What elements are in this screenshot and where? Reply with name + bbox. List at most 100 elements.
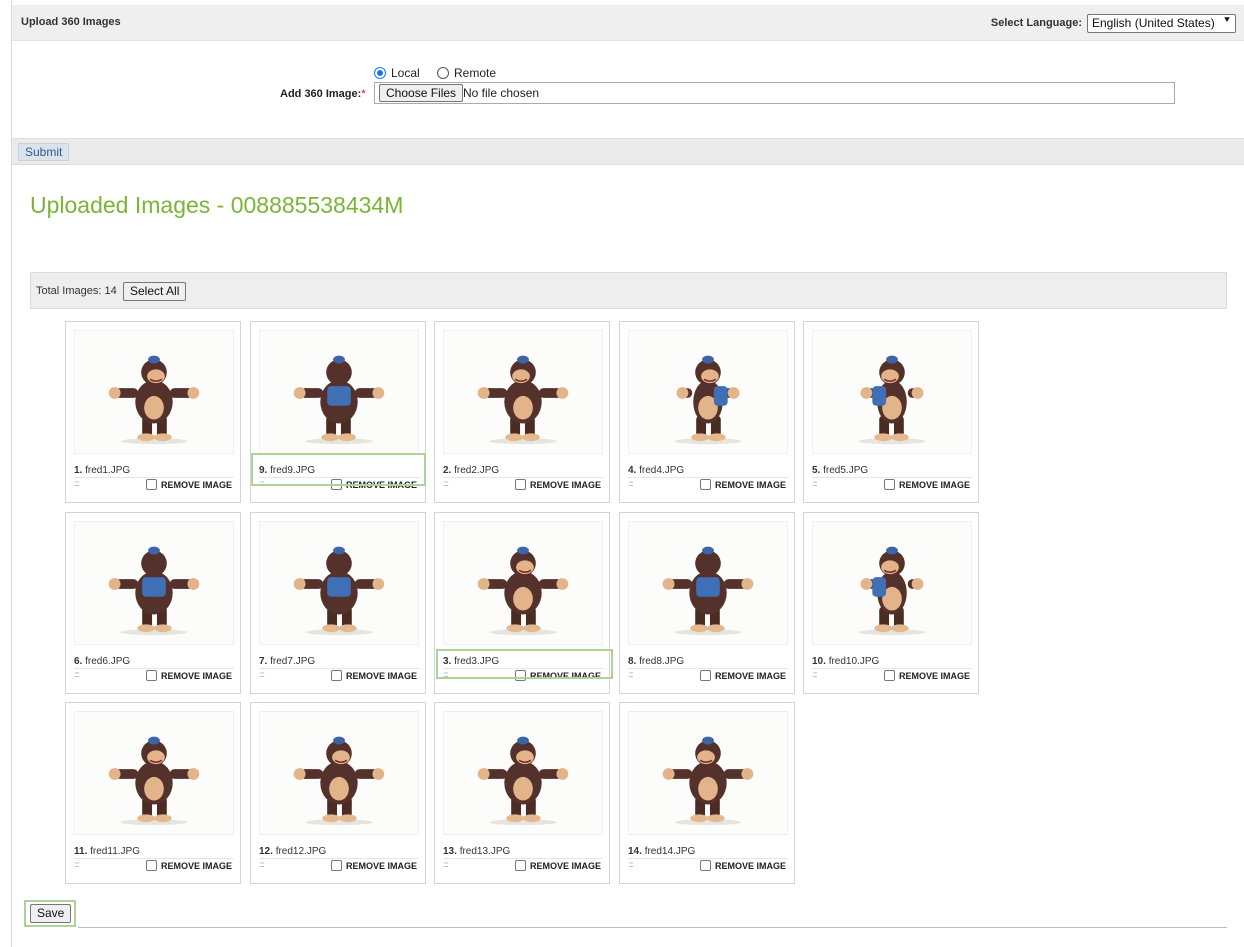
image-card[interactable]: 12. fred12.JPG:::: REMOVE IMAGE bbox=[250, 702, 426, 884]
image-thumbnail[interactable] bbox=[628, 521, 788, 645]
source-remote-label: Remote bbox=[454, 66, 497, 80]
checkbox-icon[interactable] bbox=[330, 479, 342, 490]
remove-image-checkbox[interactable]: REMOVE IMAGE bbox=[330, 479, 417, 490]
image-thumbnail[interactable] bbox=[74, 711, 234, 835]
drag-handle-icon[interactable]: :::: bbox=[628, 479, 634, 488]
image-card[interactable]: 14. fred14.JPG:::: REMOVE IMAGE bbox=[619, 702, 795, 884]
drag-handle-icon[interactable]: :::: bbox=[259, 479, 265, 488]
remove-image-checkbox[interactable]: REMOVE IMAGE bbox=[514, 860, 601, 871]
image-index: 5. bbox=[812, 465, 821, 476]
remove-image-label: REMOVE IMAGE bbox=[160, 860, 232, 871]
image-thumbnail[interactable] bbox=[74, 330, 234, 454]
remove-image-checkbox[interactable]: REMOVE IMAGE bbox=[145, 860, 232, 871]
choose-files-button[interactable]: Choose Files bbox=[379, 84, 464, 102]
image-filename: 2. fred2.JPG bbox=[443, 465, 499, 476]
image-thumbnail[interactable] bbox=[628, 330, 788, 454]
image-card[interactable]: 4. fred4.JPG:::: REMOVE IMAGE bbox=[619, 321, 795, 503]
remove-image-checkbox[interactable]: REMOVE IMAGE bbox=[514, 670, 601, 681]
checkbox-icon[interactable] bbox=[514, 479, 526, 490]
remove-image-checkbox[interactable]: REMOVE IMAGE bbox=[699, 670, 786, 681]
image-filename-text: fred7.JPG bbox=[270, 656, 316, 667]
total-images-label: Total Images: 14 bbox=[36, 285, 117, 297]
image-thumbnail[interactable] bbox=[259, 711, 419, 835]
checkbox-icon[interactable] bbox=[330, 860, 342, 871]
checkbox-icon[interactable] bbox=[514, 860, 526, 871]
source-local-radio[interactable]: Local bbox=[374, 66, 420, 80]
image-card[interactable]: 13. fred13.JPG:::: REMOVE IMAGE bbox=[434, 702, 610, 884]
checkbox-icon[interactable] bbox=[699, 860, 711, 871]
drag-handle-icon[interactable]: :::: bbox=[259, 860, 265, 869]
image-thumbnail[interactable] bbox=[443, 711, 603, 835]
image-thumbnail[interactable] bbox=[443, 521, 603, 645]
image-card[interactable]: 3. fred3.JPG:::: REMOVE IMAGE bbox=[434, 512, 610, 694]
image-index: 11. bbox=[74, 846, 88, 857]
image-thumbnail[interactable] bbox=[259, 521, 419, 645]
checkbox-icon[interactable] bbox=[514, 670, 526, 681]
image-card[interactable]: 1. fred1.JPG:::: REMOVE IMAGE bbox=[65, 321, 241, 503]
image-card[interactable]: 5. fred5.JPG:::: REMOVE IMAGE bbox=[803, 321, 979, 503]
remove-image-checkbox[interactable]: REMOVE IMAGE bbox=[699, 860, 786, 871]
submit-button[interactable]: Submit bbox=[18, 143, 70, 161]
checkbox-icon[interactable] bbox=[699, 670, 711, 681]
drag-handle-icon[interactable]: :::: bbox=[628, 670, 634, 679]
drag-handle-icon[interactable]: :::: bbox=[74, 860, 80, 869]
image-index: 1. bbox=[74, 465, 83, 476]
image-filename-text: fred10.JPG bbox=[828, 656, 880, 667]
image-index: 3. bbox=[443, 656, 452, 667]
image-thumbnail[interactable] bbox=[812, 330, 972, 454]
image-thumbnail[interactable] bbox=[74, 521, 234, 645]
drag-handle-icon[interactable]: :::: bbox=[628, 860, 634, 869]
image-card[interactable]: 10. fred10.JPG:::: REMOVE IMAGE bbox=[803, 512, 979, 694]
image-thumbnail[interactable] bbox=[628, 711, 788, 835]
file-status-text: No file chosen bbox=[463, 86, 540, 100]
language-select[interactable]: English (United States) ⯆ bbox=[1087, 14, 1236, 33]
remove-image-checkbox[interactable]: REMOVE IMAGE bbox=[883, 479, 970, 490]
drag-handle-icon[interactable]: :::: bbox=[443, 479, 449, 488]
file-input[interactable]: Choose Files No file chosen bbox=[374, 82, 1175, 104]
remove-image-checkbox[interactable]: REMOVE IMAGE bbox=[699, 479, 786, 490]
image-filename-text: fred2.JPG bbox=[454, 465, 500, 476]
image-card[interactable]: 7. fred7.JPG:::: REMOVE IMAGE bbox=[250, 512, 426, 694]
image-thumbnail[interactable] bbox=[259, 330, 419, 454]
remove-image-checkbox[interactable]: REMOVE IMAGE bbox=[145, 670, 232, 681]
image-filename: 13. fred13.JPG bbox=[443, 846, 510, 857]
radio-unselected-icon bbox=[437, 67, 449, 79]
remove-image-checkbox[interactable]: REMOVE IMAGE bbox=[145, 479, 232, 490]
image-filename: 5. fred5.JPG bbox=[812, 465, 868, 476]
checkbox-icon[interactable] bbox=[883, 670, 895, 681]
drag-handle-icon[interactable]: :::: bbox=[74, 670, 80, 679]
drag-handle-icon[interactable]: :::: bbox=[74, 479, 80, 488]
image-card[interactable]: 8. fred8.JPG:::: REMOVE IMAGE bbox=[619, 512, 795, 694]
checkbox-icon[interactable] bbox=[145, 860, 157, 871]
checkbox-icon[interactable] bbox=[145, 479, 157, 490]
image-thumbnail[interactable] bbox=[812, 521, 972, 645]
remove-image-checkbox[interactable]: REMOVE IMAGE bbox=[883, 670, 970, 681]
save-button[interactable]: Save bbox=[30, 904, 72, 923]
checkbox-icon[interactable] bbox=[145, 670, 157, 681]
language-label: Select Language: bbox=[990, 17, 1082, 29]
checkbox-icon[interactable] bbox=[699, 479, 711, 490]
drag-handle-icon[interactable]: :::: bbox=[812, 670, 818, 679]
filename-underline bbox=[74, 477, 234, 478]
image-card[interactable]: 2. fred2.JPG:::: REMOVE IMAGE bbox=[434, 321, 610, 503]
drag-handle-icon[interactable]: :::: bbox=[812, 479, 818, 488]
checkbox-icon[interactable] bbox=[883, 479, 895, 490]
select-all-button[interactable]: Select All bbox=[123, 282, 187, 301]
image-card[interactable]: 6. fred6.JPG:::: REMOVE IMAGE bbox=[65, 512, 241, 694]
drag-handle-icon[interactable]: :::: bbox=[259, 670, 265, 679]
remove-image-label: REMOVE IMAGE bbox=[160, 670, 232, 681]
filename-underline bbox=[259, 668, 419, 669]
image-card[interactable]: 9. fred9.JPG:::: REMOVE IMAGE bbox=[250, 321, 426, 503]
source-remote-radio[interactable]: Remote bbox=[437, 66, 496, 80]
image-filename-text: fred12.JPG bbox=[275, 846, 327, 857]
checkbox-icon[interactable] bbox=[330, 670, 342, 681]
drag-handle-icon[interactable]: :::: bbox=[443, 670, 449, 679]
remove-image-checkbox[interactable]: REMOVE IMAGE bbox=[330, 670, 417, 681]
remove-image-label: REMOVE IMAGE bbox=[345, 670, 417, 681]
image-filename: 8. fred8.JPG bbox=[628, 656, 684, 667]
remove-image-checkbox[interactable]: REMOVE IMAGE bbox=[514, 479, 601, 490]
drag-handle-icon[interactable]: :::: bbox=[443, 860, 449, 869]
image-card[interactable]: 11. fred11.JPG:::: REMOVE IMAGE bbox=[65, 702, 241, 884]
image-thumbnail[interactable] bbox=[443, 330, 603, 454]
remove-image-checkbox[interactable]: REMOVE IMAGE bbox=[330, 860, 417, 871]
